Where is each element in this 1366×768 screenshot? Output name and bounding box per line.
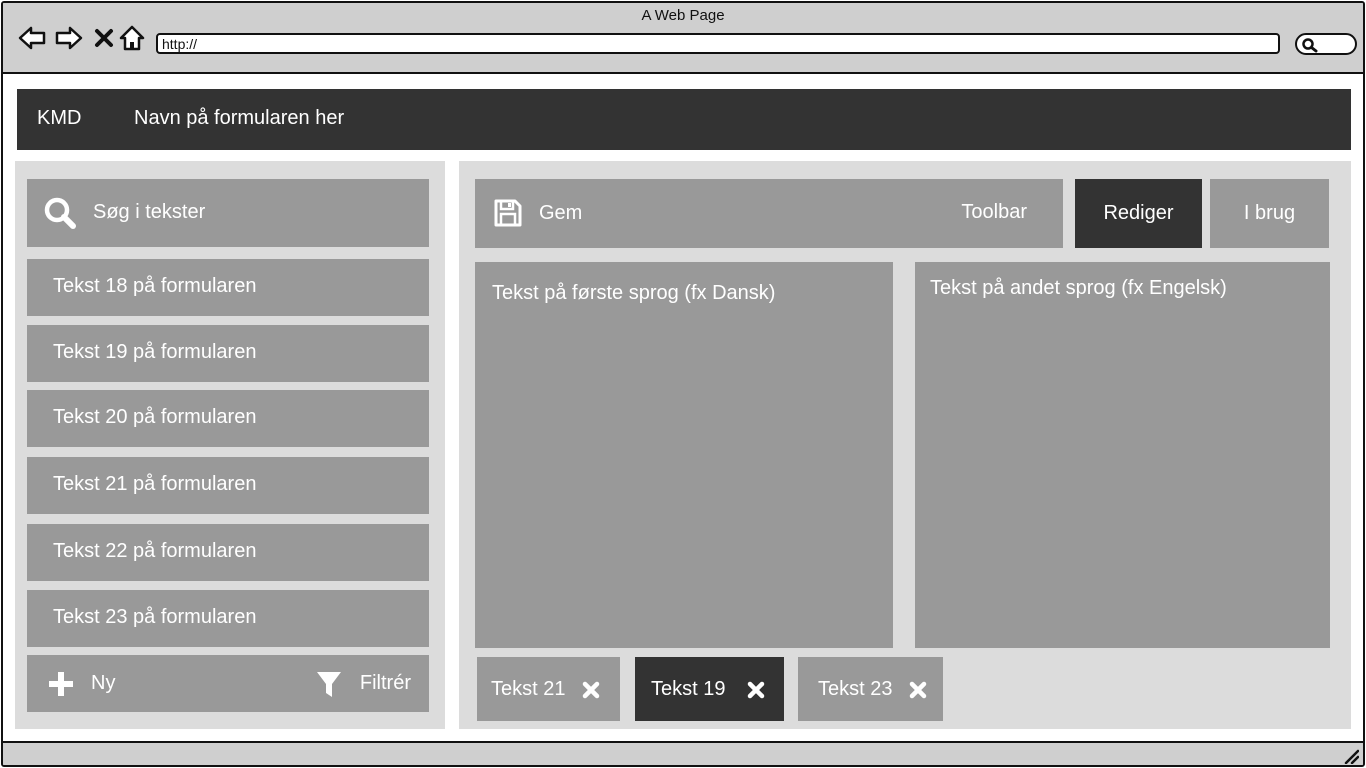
browser-window: A Web Page http:// KMD Navn på formulare… [1, 1, 1365, 767]
funnel-icon [316, 671, 341, 697]
page-title: Navn på formularen her [134, 107, 345, 129]
toolbar: Gem Toolbar [475, 179, 1063, 248]
list-item[interactable]: Tekst 23 på formularen [27, 590, 429, 647]
status-bar [3, 741, 1363, 765]
arrow-right-icon[interactable] [54, 23, 84, 53]
save-button[interactable]: Gem [493, 198, 582, 228]
secondary-language-label: Tekst på andet sprog (fx Engelsk) [930, 277, 1227, 299]
list-item[interactable]: Tekst 20 på formularen [27, 390, 429, 447]
search-input[interactable]: Søg i tekster [27, 179, 429, 247]
text-list-panel: Søg i tekster Tekst 18 på formularen Tek… [15, 161, 445, 729]
open-tab-tekst-19[interactable]: Tekst 19 [635, 657, 784, 721]
open-tab-label: Tekst 19 [651, 677, 726, 700]
resize-grip-icon[interactable] [1343, 748, 1359, 764]
open-tab-tekst-21[interactable]: Tekst 21 [477, 657, 620, 721]
open-tab-tekst-23[interactable]: Tekst 23 [798, 657, 943, 721]
editor-panel: Gem Toolbar Rediger I brug Tekst på førs… [459, 161, 1351, 729]
list-item-label: Tekst 18 på formularen [53, 275, 257, 297]
open-tab-label: Tekst 21 [491, 677, 566, 700]
tab-rediger[interactable]: Rediger [1075, 179, 1202, 248]
list-item-label: Tekst 19 på formularen [53, 341, 257, 363]
close-icon[interactable] [582, 681, 600, 699]
app-logo[interactable]: KMD [37, 107, 81, 130]
floppy-disk-icon [494, 199, 522, 227]
list-item[interactable]: Tekst 18 på formularen [27, 259, 429, 316]
list-item[interactable]: Tekst 22 på formularen [27, 524, 429, 581]
list-item-label: Tekst 20 på formularen [53, 406, 257, 428]
list-item-label: Tekst 22 på formularen [53, 540, 257, 562]
plus-icon [49, 671, 73, 696]
browser-chrome: A Web Page [3, 3, 1363, 74]
filter-button[interactable]: Filtrér [316, 655, 411, 712]
primary-language-textarea[interactable]: Tekst på første sprog (fx Dansk) [475, 262, 893, 648]
save-button-label: Gem [539, 201, 583, 224]
app-header: KMD Navn på formularen her [17, 89, 1351, 150]
toolbar-label: Toolbar [961, 201, 1027, 223]
close-icon[interactable] [909, 681, 927, 699]
search-icon [43, 196, 77, 236]
secondary-language-textarea[interactable]: Tekst på andet sprog (fx Engelsk) [915, 262, 1330, 648]
list-actions-bar: Ny Filtrér [27, 655, 429, 712]
list-item-label: Tekst 23 på formularen [53, 606, 257, 628]
list-item[interactable]: Tekst 21 på formularen [27, 457, 429, 514]
list-item[interactable]: Tekst 19 på formularen [27, 325, 429, 382]
window-title: A Web Page [641, 7, 725, 24]
filter-button-label: Filtrér [359, 672, 411, 694]
list-item-label: Tekst 21 på formularen [53, 473, 257, 495]
new-text-button-label: Ny [91, 672, 116, 694]
browser-search-field[interactable] [1295, 33, 1357, 55]
close-icon[interactable] [89, 23, 119, 53]
primary-language-label: Tekst på første sprog (fx Dansk) [492, 282, 776, 304]
close-icon[interactable] [747, 681, 765, 699]
address-bar[interactable] [156, 33, 1280, 54]
home-icon[interactable] [117, 23, 147, 53]
search-placeholder: Søg i tekster [93, 201, 206, 223]
search-icon [1302, 38, 1318, 53]
tab-i-brug[interactable]: I brug [1210, 179, 1329, 248]
open-tab-label: Tekst 23 [818, 677, 893, 700]
arrow-left-icon[interactable] [17, 23, 47, 53]
new-text-button[interactable]: Ny [47, 655, 115, 712]
